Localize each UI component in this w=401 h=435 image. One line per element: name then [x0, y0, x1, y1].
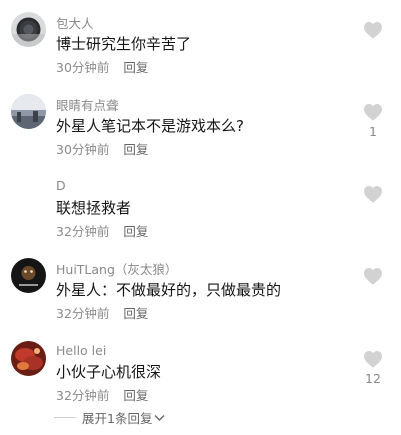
- comment-meta: 30分钟前 回复: [56, 139, 148, 158]
- divider: [54, 416, 76, 418]
- reply-button[interactable]: 回复: [123, 306, 148, 321]
- comment-username[interactable]: 包大人: [56, 13, 94, 32]
- avatar[interactable]: [11, 94, 46, 129]
- like-count: 1: [369, 124, 377, 139]
- comment-time: 32分钟前: [56, 224, 110, 239]
- comment-item: Hello lei 小伙子心机很深 32分钟前 回复 12: [0, 328, 401, 410]
- reply-button[interactable]: 回复: [123, 388, 148, 403]
- comment-username[interactable]: HuiTLang（灰太狼）: [56, 259, 177, 278]
- like-button[interactable]: [360, 267, 386, 285]
- reply-button[interactable]: 回复: [123, 60, 148, 75]
- heart-icon: [360, 350, 386, 368]
- like-button[interactable]: [360, 21, 386, 39]
- chevron-down-icon: [154, 410, 165, 425]
- comment-meta: 32分钟前 回复: [56, 221, 148, 240]
- comment-meta: 32分钟前 回复: [56, 385, 148, 404]
- comment-username[interactable]: Hello lei: [56, 343, 106, 358]
- like-button[interactable]: [360, 185, 386, 203]
- comment-text: 外星人：不做最好的，只做最贵的: [56, 281, 282, 299]
- comment-item: 包大人 博士研究生你辛苦了 30分钟前 回复: [0, 0, 401, 82]
- comment-text: 外星人笔记本不是游戏本么?: [56, 117, 244, 135]
- comment-time: 30分钟前: [56, 142, 110, 157]
- heart-icon: [360, 21, 386, 39]
- like-button[interactable]: 12: [360, 350, 386, 386]
- heart-icon: [360, 267, 386, 285]
- comment-text: 联想拯救者: [56, 199, 132, 217]
- comment-time: 30分钟前: [56, 60, 110, 75]
- like-button[interactable]: 1: [360, 103, 386, 139]
- comment-username[interactable]: 眼睛有点聋: [56, 95, 119, 114]
- comment-item: HuiTLang（灰太狼） 外星人：不做最好的，只做最贵的 32分钟前 回复: [0, 246, 401, 328]
- heart-icon: [360, 103, 386, 121]
- comment-meta: 30分钟前 回复: [56, 57, 148, 76]
- heart-icon: [360, 185, 386, 203]
- reply-button[interactable]: 回复: [123, 142, 148, 157]
- expand-replies-button[interactable]: 展开1条回复: [54, 407, 165, 427]
- comment-username[interactable]: D: [56, 178, 66, 193]
- reply-button[interactable]: 回复: [123, 224, 148, 239]
- comment-item: D 联想拯救者 32分钟前 回复: [0, 164, 401, 246]
- comment-time: 32分钟前: [56, 388, 110, 403]
- expand-replies-label: 展开1条回复: [82, 410, 153, 426]
- comment-text: 博士研究生你辛苦了: [56, 35, 192, 53]
- avatar[interactable]: [11, 258, 46, 293]
- like-count: 12: [365, 371, 381, 386]
- comment-item: 眼睛有点聋 外星人笔记本不是游戏本么? 30分钟前 回复 1: [0, 82, 401, 164]
- comment-time: 32分钟前: [56, 306, 110, 321]
- avatar[interactable]: [11, 341, 46, 376]
- avatar[interactable]: [11, 12, 46, 47]
- comment-meta: 32分钟前 回复: [56, 303, 148, 322]
- comment-text: 小伙子心机很深: [56, 363, 162, 381]
